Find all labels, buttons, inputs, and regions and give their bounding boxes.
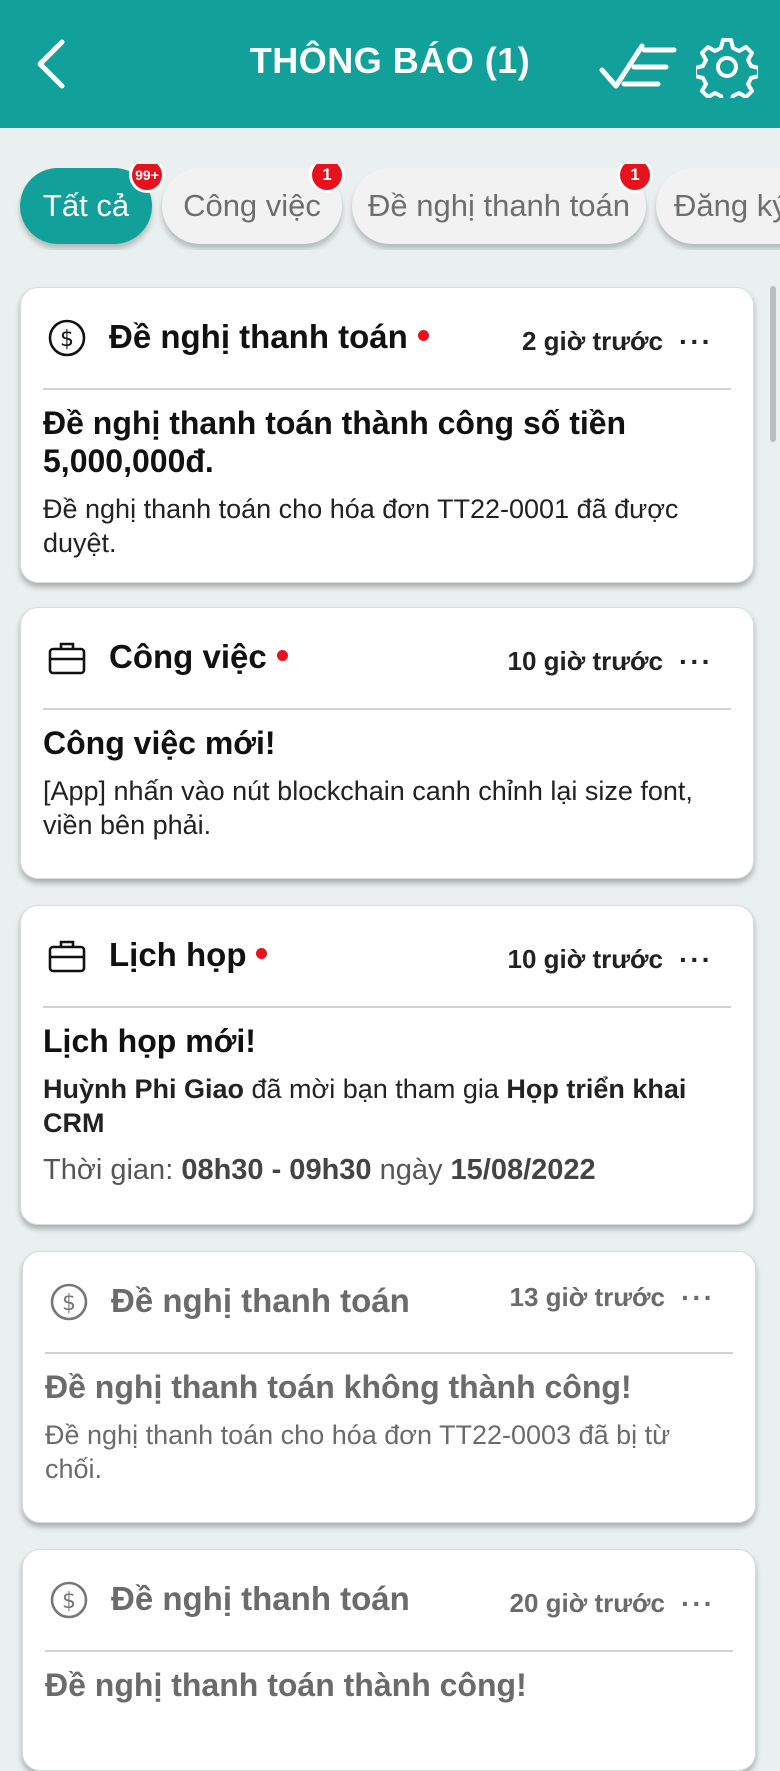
card-title: Lịch họp mới! xyxy=(43,1023,256,1059)
tab-payment-request[interactable]: Đề nghị thanh toán 1 xyxy=(352,164,650,244)
meeting-date: 15/08/2022 xyxy=(450,1154,596,1186)
unread-dot xyxy=(276,649,288,661)
card-description: Đề nghị thanh toán cho hóa đơn TT22-0003… xyxy=(45,1420,671,1484)
card-header: $ Đề nghị thanh toán 13 giờ trước ··· xyxy=(45,1252,733,1354)
briefcase-icon xyxy=(48,642,86,675)
card-time: 2 giờ trước xyxy=(521,326,663,356)
tab-all-badge: 99+ xyxy=(132,164,162,190)
tab-payment-request-label: Đề nghị thanh toán xyxy=(368,188,630,223)
briefcase-icon xyxy=(48,940,86,973)
notification-card[interactable]: $ Đề nghị thanh toán 13 giờ trước ··· Đề… xyxy=(22,1251,756,1523)
card-category: Đề nghị thanh toán xyxy=(109,318,429,356)
svg-text:$: $ xyxy=(60,327,74,352)
notification-card[interactable]: $ Đề nghị thanh toán 20 giờ trước ··· Đề… xyxy=(22,1549,756,1771)
notification-card[interactable]: Công việc 10 giờ trước ··· Công việc mới… xyxy=(20,607,754,879)
filter-tabs: Tất cả 99+ Công việc 1 Đề nghị thanh toá… xyxy=(0,164,780,250)
inviter-name: Huỳnh Phi Giao xyxy=(43,1074,245,1104)
category-label: Công việc xyxy=(109,638,267,675)
card-description: Đề nghị thanh toán cho hóa đơn TT22-0001… xyxy=(43,494,679,558)
invite-text: đã mời bạn tham gia xyxy=(244,1074,507,1104)
dollar-circle-icon: $ xyxy=(48,319,86,357)
card-header: $ Đề nghị thanh toán 2 giờ trước ··· xyxy=(43,288,731,390)
svg-text:$: $ xyxy=(62,1291,76,1316)
card-title: Đề nghị thanh toán không thành công! xyxy=(45,1369,632,1405)
card-category: Công việc xyxy=(109,638,288,676)
card-time: 10 giờ trước xyxy=(507,944,663,974)
card-category: Lịch họp xyxy=(109,936,268,974)
notification-card[interactable]: Lịch họp 10 giờ trước ··· Lịch họp mới! … xyxy=(20,905,754,1225)
category-label: Lịch họp xyxy=(109,936,247,973)
scrollbar[interactable] xyxy=(770,286,776,442)
tab-registration[interactable]: Đăng ký xyxy=(656,168,780,244)
notification-card[interactable]: $ Đề nghị thanh toán 2 giờ trước ··· Đề … xyxy=(20,287,754,583)
app-header: THÔNG BÁO (1) xyxy=(0,0,780,128)
card-category: Đề nghị thanh toán xyxy=(111,1580,410,1617)
tab-work-label: Công việc xyxy=(183,188,321,223)
card-header: $ Đề nghị thanh toán 20 giờ trước ··· xyxy=(45,1550,733,1652)
tab-registration-label: Đăng ký xyxy=(674,188,780,223)
tab-work[interactable]: Công việc 1 xyxy=(162,164,342,244)
more-options-icon[interactable]: ··· xyxy=(679,646,713,678)
card-time: 20 giờ trước xyxy=(509,1588,665,1618)
meeting-time: Thời gian: 08h30 - 09h30 ngày 15/08/2022 xyxy=(43,1154,731,1187)
time-range: 08h30 - 09h30 xyxy=(181,1154,372,1186)
tab-work-badge: 1 xyxy=(312,164,342,190)
more-options-icon[interactable]: ··· xyxy=(681,1588,715,1620)
card-time: 13 giờ trước xyxy=(509,1282,665,1312)
unread-dot xyxy=(417,329,429,341)
tab-all-label: Tất cả xyxy=(42,188,130,223)
card-description: [App] nhấn vào nút blockchain canh chỉnh… xyxy=(43,776,693,840)
card-title: Công việc mới! xyxy=(43,725,276,761)
card-category: Đề nghị thanh toán xyxy=(111,1282,410,1319)
more-options-icon[interactable]: ··· xyxy=(681,1282,715,1314)
dollar-circle-icon: $ xyxy=(50,1581,88,1619)
mark-all-read-icon[interactable] xyxy=(598,40,680,92)
svg-text:$: $ xyxy=(62,1589,76,1614)
more-options-icon[interactable]: ··· xyxy=(679,944,713,976)
unread-dot xyxy=(256,947,268,959)
time-label: Thời gian: xyxy=(43,1154,182,1186)
tab-payment-request-badge: 1 xyxy=(620,164,650,190)
card-header: Công việc 10 giờ trước ··· xyxy=(43,608,731,710)
date-label: ngày xyxy=(371,1154,451,1186)
tab-all[interactable]: Tất cả 99+ xyxy=(20,164,162,244)
card-description: Huỳnh Phi Giao đã mời bạn tham gia Họp t… xyxy=(43,1072,731,1140)
settings-gear-icon[interactable] xyxy=(696,36,758,98)
dollar-circle-icon: $ xyxy=(50,1283,88,1321)
card-title: Đề nghị thanh toán thành công! xyxy=(45,1667,527,1703)
card-header: Lịch họp 10 giờ trước ··· xyxy=(43,906,731,1008)
card-time: 10 giờ trước xyxy=(507,646,663,676)
card-title: Đề nghị thanh toán thành công số tiền 5,… xyxy=(43,405,627,479)
category-label: Đề nghị thanh toán xyxy=(109,318,408,355)
more-options-icon[interactable]: ··· xyxy=(679,326,713,358)
